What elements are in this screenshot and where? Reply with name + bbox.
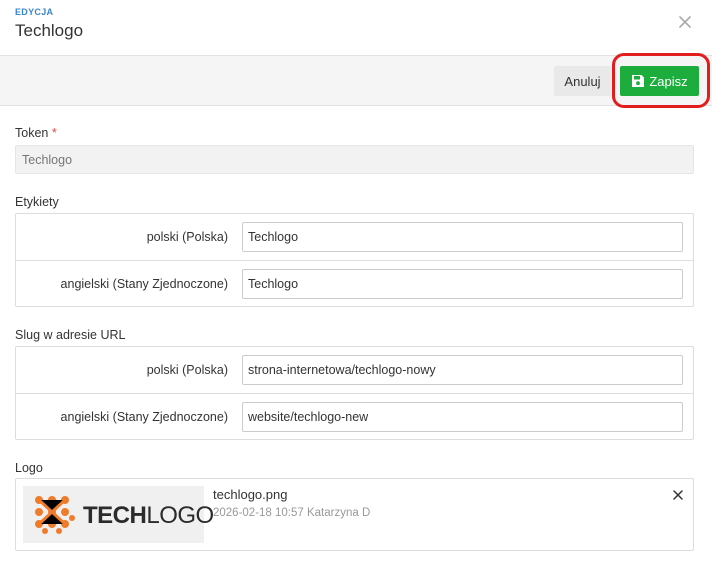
slug-section-label: Slug w adresie URL	[15, 328, 126, 342]
row-label: polski (Polska)	[146, 363, 228, 377]
close-icon[interactable]	[672, 489, 684, 501]
slug-group: polski (Polska) strona-internetowa/techl…	[15, 346, 694, 440]
row-label: angielski (Stany Zjednoczone)	[60, 410, 228, 424]
modal-header: EDYCJA Techlogo	[0, 0, 712, 55]
logo-attachment: TECHLOGO techlogo.png 2026-02-18 10:57 K…	[15, 478, 694, 551]
labels-row-pl: polski (Polska) Techlogo	[16, 214, 693, 260]
logo-file-meta: 2026-02-18 10:57 Katarzyna D	[213, 507, 371, 519]
labels-section-label: Etykiety	[15, 195, 59, 209]
labels-row-en: angielski (Stany Zjednoczone) Techlogo	[16, 260, 693, 306]
logo-thumbnail[interactable]: TECHLOGO	[23, 486, 214, 543]
row-label: angielski (Stany Zjednoczone)	[60, 277, 228, 291]
close-icon[interactable]	[676, 13, 694, 31]
logo-wordmark-bold: TECH	[83, 502, 147, 529]
save-button[interactable]: Zapisz	[620, 66, 699, 96]
label-input-en[interactable]: Techlogo	[242, 269, 683, 299]
row-label: polski (Polska)	[146, 230, 228, 244]
slug-input-en[interactable]: website/techlogo-new	[242, 402, 683, 432]
required-mark: *	[51, 126, 57, 140]
action-toolbar: Anuluj Zapisz	[0, 55, 712, 106]
token-label: Token *	[15, 126, 57, 140]
label-input-pl[interactable]: Techlogo	[242, 222, 683, 252]
slug-input-pl[interactable]: strona-internetowa/techlogo-nowy	[242, 355, 683, 385]
techlogo-mark-icon	[35, 496, 75, 534]
logo-file-name: techlogo.png	[213, 487, 288, 502]
logo-wordmark: TECHLOGO	[83, 502, 214, 530]
token-field: Techlogo	[15, 145, 694, 174]
cancel-button[interactable]: Anuluj	[554, 66, 611, 96]
modal-title: Techlogo	[15, 21, 84, 40]
logo-section-label: Logo	[15, 461, 43, 475]
slug-row-pl: polski (Polska) strona-internetowa/techl…	[16, 347, 693, 393]
floppy-disk-icon	[632, 75, 645, 87]
token-label-text: Token	[15, 126, 49, 140]
labels-group: polski (Polska) Techlogo angielski (Stan…	[15, 213, 694, 307]
modal-kicker: EDYCJA	[15, 7, 54, 17]
slug-row-en: angielski (Stany Zjednoczone) website/te…	[16, 393, 693, 439]
save-button-label: Zapisz	[649, 73, 688, 89]
logo-wordmark-light: LOGO	[146, 502, 214, 529]
